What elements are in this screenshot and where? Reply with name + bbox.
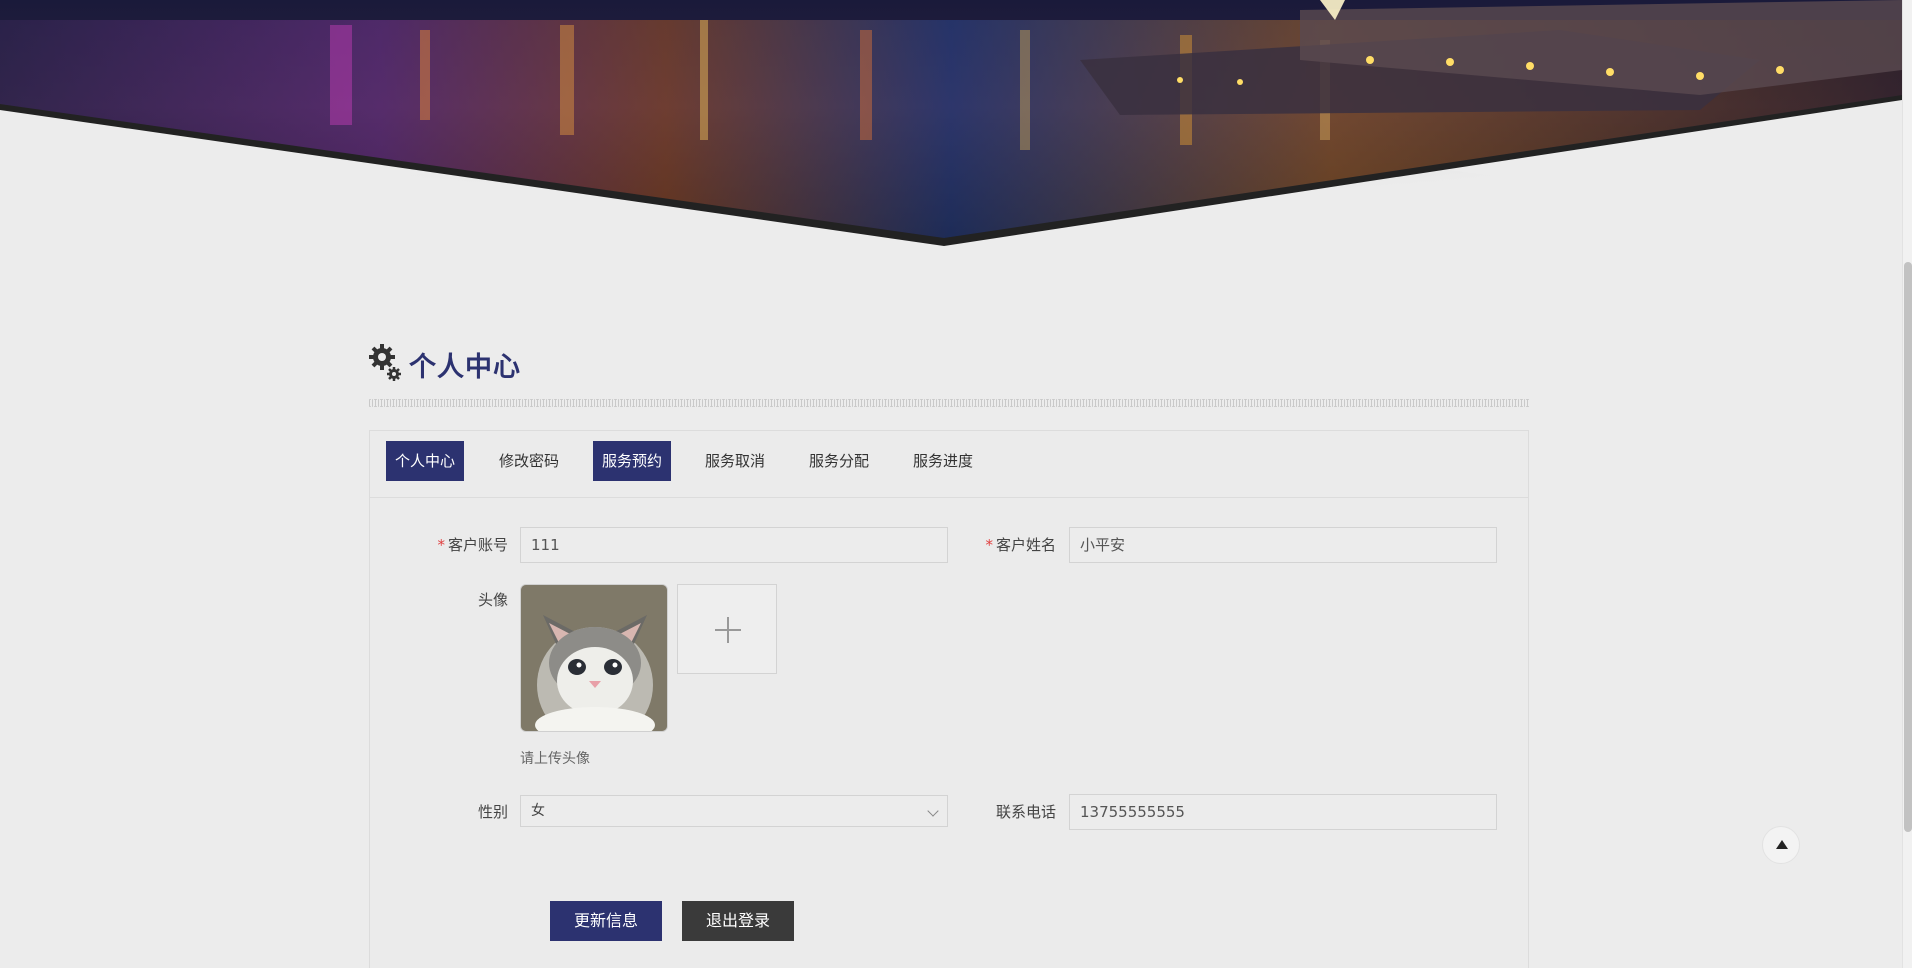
hero-banner: [0, 0, 1902, 260]
scrollbar-thumb[interactable]: [1904, 262, 1912, 832]
avatar-label: 头像: [477, 591, 508, 609]
logout-button[interactable]: 退出登录: [682, 901, 794, 941]
chevron-down-icon: [927, 805, 939, 817]
phone-label: 联系电话: [995, 803, 1056, 821]
account-label-text: 客户账号: [447, 536, 508, 554]
back-to-top-button[interactable]: [1762, 826, 1800, 864]
section-header: 个人中心: [369, 343, 1529, 407]
tab-service-progress[interactable]: 服务进度: [904, 441, 982, 481]
tab-profile[interactable]: 个人中心: [386, 441, 465, 481]
avatar-hint: 请上传头像: [520, 751, 590, 767]
tab-service-booking[interactable]: 服务预约: [593, 441, 672, 481]
account-label: * 客户账号: [408, 534, 508, 555]
gender-select-value: 女: [531, 803, 545, 819]
avatar: [520, 584, 668, 732]
required-mark: *: [985, 536, 993, 554]
gender-select[interactable]: 女: [520, 795, 948, 827]
phone-field[interactable]: 13755555555: [1069, 794, 1497, 830]
tab-bar: 个人中心 修改密码 服务预约 服务取消 服务分配 服务进度: [370, 431, 1528, 498]
gender-label: 性别: [477, 803, 508, 821]
account-field[interactable]: 111: [520, 527, 948, 563]
name-label: * 客户姓名: [956, 534, 1056, 555]
name-field[interactable]: 小平安: [1069, 527, 1497, 563]
gear-icon: [369, 344, 401, 381]
profile-panel: 个人中心 修改密码 服务预约 服务取消 服务分配 服务进度 * 客户账号 111 …: [369, 430, 1529, 968]
page-title: 个人中心: [409, 352, 521, 383]
required-mark: *: [437, 536, 445, 554]
tab-service-assign[interactable]: 服务分配: [800, 441, 878, 481]
page-scrollbar[interactable]: [1902, 0, 1912, 968]
tab-service-cancel[interactable]: 服务取消: [696, 441, 774, 481]
section-divider: [369, 399, 1529, 407]
tab-change-password[interactable]: 修改密码: [490, 441, 568, 481]
cat-avatar-image: [521, 585, 667, 731]
avatar-upload-button[interactable]: [677, 584, 777, 674]
update-info-button[interactable]: 更新信息: [550, 901, 662, 941]
plus-icon-vertical: [727, 617, 729, 643]
name-label-text: 客户姓名: [995, 536, 1056, 554]
hero-banner-image: [0, 0, 1902, 260]
